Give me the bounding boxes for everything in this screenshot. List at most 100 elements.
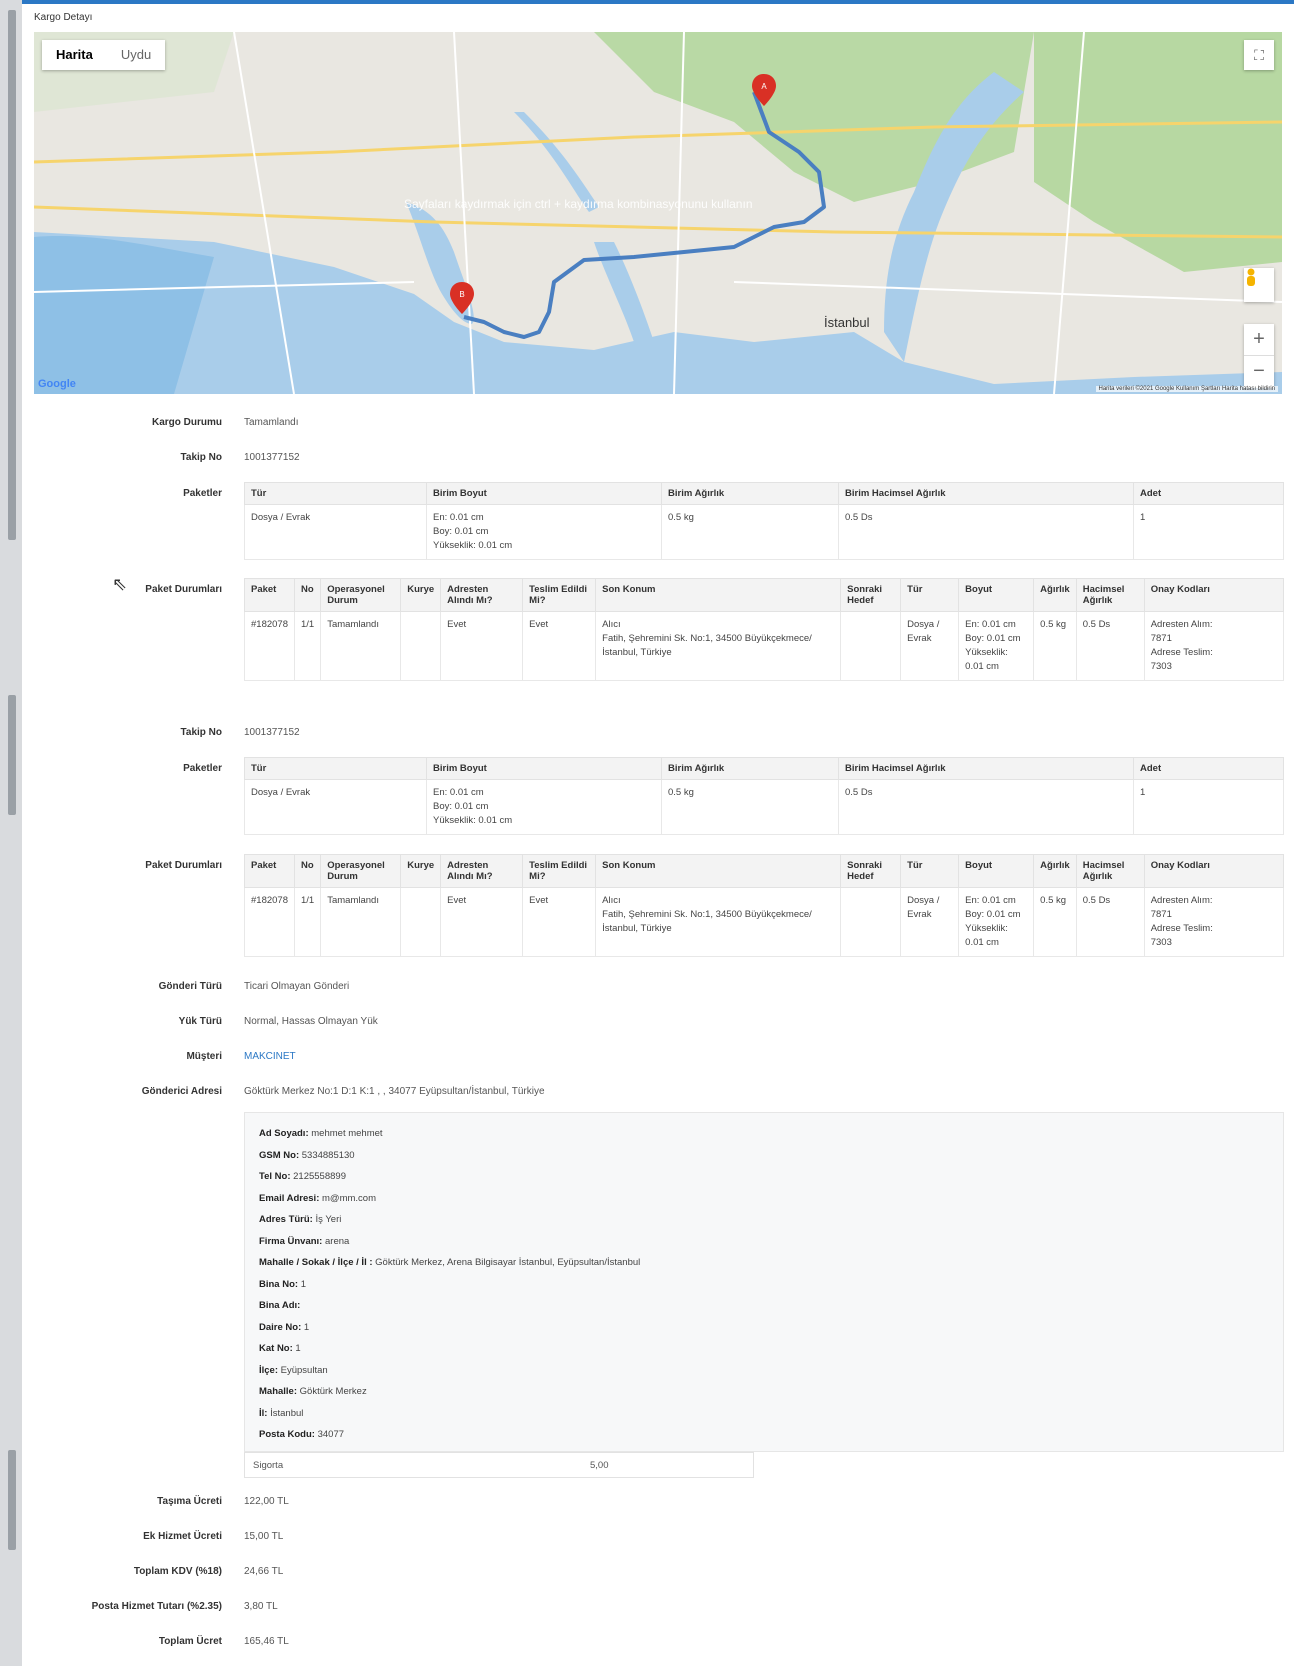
table-cell: Alıcı Fatih, Şehremini Sk. No:1, 34500 Bü… [595,887,842,957]
table-cell: Evet [522,887,597,957]
table-cell: En: 0.01 cm Boy: 0.01 cm Yükseklik: 0.01 c… [426,504,662,560]
field-label: Paketler [183,488,222,499]
table-cell: Dosya / Evrak [244,504,427,560]
pegman-icon[interactable] [1244,268,1274,302]
address-detail-line: Mahalle / Sokak / İlçe / İl : Göktürk Me… [259,1257,641,1268]
svg-text:B: B [459,290,464,299]
map-type-map-button[interactable]: Harita [42,40,107,70]
fee-value: 24,66 TL [244,1566,284,1577]
table-cell: Tamamlandı [320,611,402,681]
left-rail [0,0,22,1666]
column-header: Ağırlık [1033,578,1077,612]
table-cell: Dosya / Evrak [244,779,427,835]
table-cell: Adresten Alım: 7871 Adrese Teslim: 7303 [1143,611,1285,681]
left-scrollbar[interactable] [8,10,16,540]
package-row: Dosya / Evrak En: 0.01 cm Boy: 0.01 cm Yüks… [244,779,1284,835]
svg-text:A: A [761,82,767,91]
map-scroll-hint: Sayfaları kaydırmak için ctrl + kaydırma… [404,197,753,211]
table-cell: Evet [440,887,524,957]
customer-link[interactable]: MAKCINET [244,1051,296,1062]
table-cell: 1 [1133,504,1284,560]
panel-title: Kargo Detayı [34,12,93,23]
address-detail-line: Bina Adı: [259,1300,301,1311]
column-header: Birim Hacimsel Ağırlık [838,757,1134,780]
column-header: Boyut [958,578,1035,612]
column-header: Teslim Edildi Mi? [522,578,597,612]
address-detail-line: İl: İstanbul [259,1407,304,1419]
column-header: Adresten Alındı Mı? [440,578,524,612]
package-status-row: #182078 1/1 Tamamlandı Evet Evet Alıcı Fatih, … [244,887,1285,957]
column-header: Tür [900,578,960,612]
table-cell: En: 0.01 cm Boy: 0.01 cm Yükseklik: 0.01 cm [958,887,1035,957]
field-label: Toplam KDV (%18) [133,1566,222,1577]
left-scrollbar-segment [8,1450,16,1550]
insurance-value: 5,00 [590,1460,609,1471]
address-detail-line: Ad Soyadı: mehmet mehmet [259,1128,383,1139]
fee-value: 122,00 TL [244,1496,289,1507]
address-detail-line: İlçe: Eyüpsultan [259,1364,328,1376]
column-header: Onay Kodları [1143,854,1285,888]
map-type-control: Harita Uydu [42,40,166,70]
field-label: Taşıma Ücreti [157,1496,222,1507]
table-cell: Dosya / Evrak [900,611,960,681]
tracking-number: 1001377152 [244,727,300,738]
table-cell: Adresten Alım: 7871 Adrese Teslim: 7303 [1143,887,1285,957]
address-detail-line: Mahalle: Göktürk Merkez [259,1386,367,1397]
field-label: Gönderi Türü [158,981,222,992]
column-header: Hacimsel Ağırlık [1075,854,1145,888]
mouse-cursor-icon: ⇖ [112,574,128,594]
address-detail-line: GSM No: 5334885130 [259,1149,355,1161]
column-header: Ağırlık [1033,854,1077,888]
zoom-control: + − [1244,324,1274,388]
address-detail-line: Email Adresi: m@mm.com [259,1192,376,1204]
table-cell: En: 0.01 cm Boy: 0.01 cm Yükseklik: 0.01 cm [958,611,1035,681]
address-detail-line: Bina No: 1 [259,1278,306,1290]
google-logo: Google [38,378,76,390]
table-cell: Evet [440,611,524,681]
table-cell: 0.5 kg [661,779,839,835]
column-header: Birim Boyut [426,757,662,780]
field-label: Posta Hizmet Tutarı (%2.35) [91,1601,222,1612]
table-cell: En: 0.01 cm Boy: 0.01 cm Yükseklik: 0.01 c… [426,779,662,835]
map-city-label: İstanbul [824,315,870,330]
table-cell: 0.5 Ds [838,504,1134,560]
table-cell: 0.5 kg [1033,887,1077,957]
column-header: Birim Hacimsel Ağırlık [838,482,1134,505]
load-type-value: Normal, Hassas Olmayan Yük [244,1016,378,1027]
table-cell [400,611,442,681]
zoom-in-button[interactable]: + [1244,324,1274,356]
route-map[interactable]: A B İstanbul Sayfaları kaydırmak için ct… [34,32,1282,394]
table-cell: #182078 [244,611,295,681]
column-header: Operasyonel Durum [320,578,402,612]
table-cell [840,611,902,681]
table-cell: 0.5 kg [1033,611,1077,681]
table-cell: 1 [1133,779,1284,835]
table-cell: Alıcı Fatih, Şehremini Sk. No:1, 34500 Bü… [595,611,842,681]
package-status-table: Paket No Operasyonel Durum Kurye Adresten Al… [244,854,1285,957]
sender-address-value: Göktürk Merkez No:1 D:1 K:1 , , 34077 Ey… [244,1086,545,1097]
column-header: Adresten Alındı Mı? [440,854,524,888]
address-detail-line: Adres Türü: İş Yeri [259,1214,342,1225]
table-cell: 0.5 Ds [838,779,1134,835]
package-status-table: Paket No Operasyonel Durum Kurye Adresten Al… [244,578,1285,681]
map-type-satellite-button[interactable]: Uydu [107,40,165,70]
column-header: Adet [1133,757,1284,780]
table-cell [840,887,902,957]
map-attribution[interactable]: Harita verileri ©2021 Google Kullanım Şa… [1095,386,1278,392]
column-header: No [293,854,322,888]
zoom-out-button[interactable]: − [1244,356,1274,388]
fullscreen-icon[interactable]: ⛶ [1244,40,1274,70]
field-label: Ek Hizmet Ücreti [143,1531,222,1542]
column-header: Tür [244,482,427,505]
field-label: Paketler [183,763,222,774]
column-header: Birim Boyut [426,482,662,505]
fee-value: 15,00 TL [244,1531,284,1542]
column-header: Kurye [400,854,442,888]
table-cell: 1/1 [293,611,322,681]
cargo-status-value: Tamamlandı [244,417,299,428]
field-label: Kargo Durumu [152,417,222,428]
table-cell: #182078 [244,887,295,957]
column-header: Tür [900,854,960,888]
insurance-row: Sigorta 5,00 [244,1452,754,1478]
column-header: Son Konum [595,854,842,888]
